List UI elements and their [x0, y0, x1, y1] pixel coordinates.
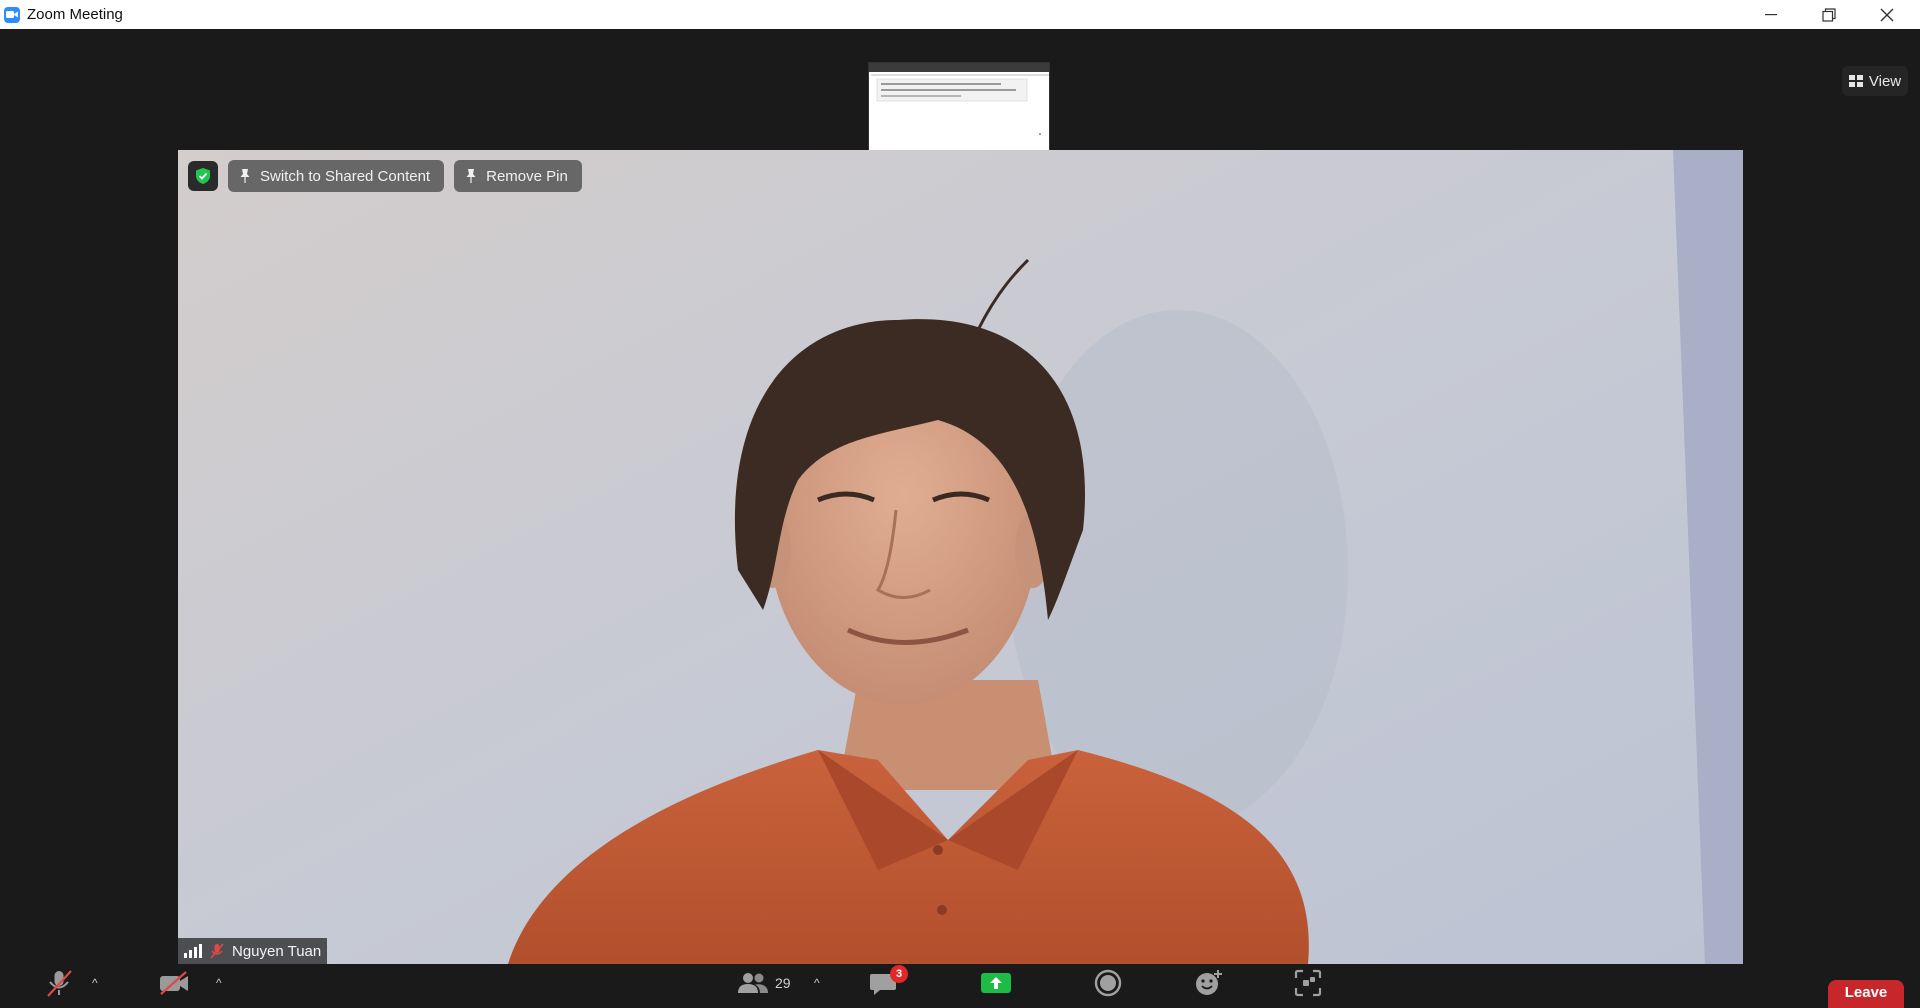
- close-button[interactable]: [1858, 0, 1916, 29]
- reactions-icon: [1196, 970, 1222, 995]
- participant-video-feed: [178, 150, 1743, 964]
- restore-icon: [1822, 7, 1836, 22]
- close-icon: [1880, 8, 1894, 21]
- record-icon: [1094, 969, 1122, 997]
- pin-icon: [466, 169, 476, 183]
- minimize-icon: [1765, 13, 1777, 15]
- leave-button[interactable]: Leave: [1828, 980, 1904, 1008]
- pin-icon: [240, 169, 250, 183]
- switch-to-shared-content-button[interactable]: Switch to Shared Content: [228, 160, 445, 192]
- remove-pin-label: Remove Pin: [486, 167, 568, 185]
- mic-muted-icon: [210, 943, 224, 959]
- switch-to-shared-content-label: Switch to Shared Content: [260, 167, 431, 185]
- view-button[interactable]: View: [1842, 66, 1908, 96]
- restore-button[interactable]: [1800, 0, 1858, 29]
- participant-video: [178, 150, 1743, 964]
- share-screen-icon: [981, 973, 1011, 993]
- meeting-toolbar: ^ ^ 29 ^ 3 Leave: [0, 965, 1920, 1008]
- participants-button[interactable]: 29: [737, 965, 791, 1001]
- window-title: Zoom Meeting: [27, 6, 123, 23]
- zoom-app-icon: [4, 6, 20, 23]
- view-label: View: [1868, 72, 1902, 90]
- signal-bars-icon: [184, 944, 202, 958]
- participant-name-bar: Nguyen Tuan: [178, 938, 328, 964]
- apps-button[interactable]: [1294, 965, 1322, 1001]
- reactions-button[interactable]: [1194, 965, 1224, 1001]
- title-bar: Zoom Meeting: [0, 0, 1920, 29]
- minimize-button[interactable]: [1742, 0, 1800, 29]
- grid-icon: [1848, 75, 1863, 87]
- green-shield-icon: [196, 168, 210, 184]
- start-video-button[interactable]: [158, 965, 190, 1001]
- apps-icon: [1294, 969, 1322, 997]
- participants-options-caret[interactable]: ^: [814, 965, 820, 1001]
- encryption-shield-button[interactable]: [188, 161, 218, 191]
- participants-icon: [738, 973, 768, 993]
- video-options-caret[interactable]: ^: [216, 965, 222, 1001]
- remove-pin-button[interactable]: Remove Pin: [454, 160, 582, 192]
- video-off-icon: [160, 971, 188, 995]
- participants-count: 29: [775, 975, 791, 991]
- chat-unread-badge: 3: [890, 965, 908, 983]
- participant-name: Nguyen Tuan: [232, 942, 322, 960]
- record-button[interactable]: [1094, 965, 1122, 1001]
- mic-muted-icon: [47, 970, 72, 997]
- video-pin-bar: Switch to Shared Content Remove Pin: [188, 160, 582, 192]
- audio-options-caret[interactable]: ^: [92, 965, 98, 1001]
- share-screen-button[interactable]: [980, 965, 1012, 1001]
- unmute-button[interactable]: [44, 965, 74, 1001]
